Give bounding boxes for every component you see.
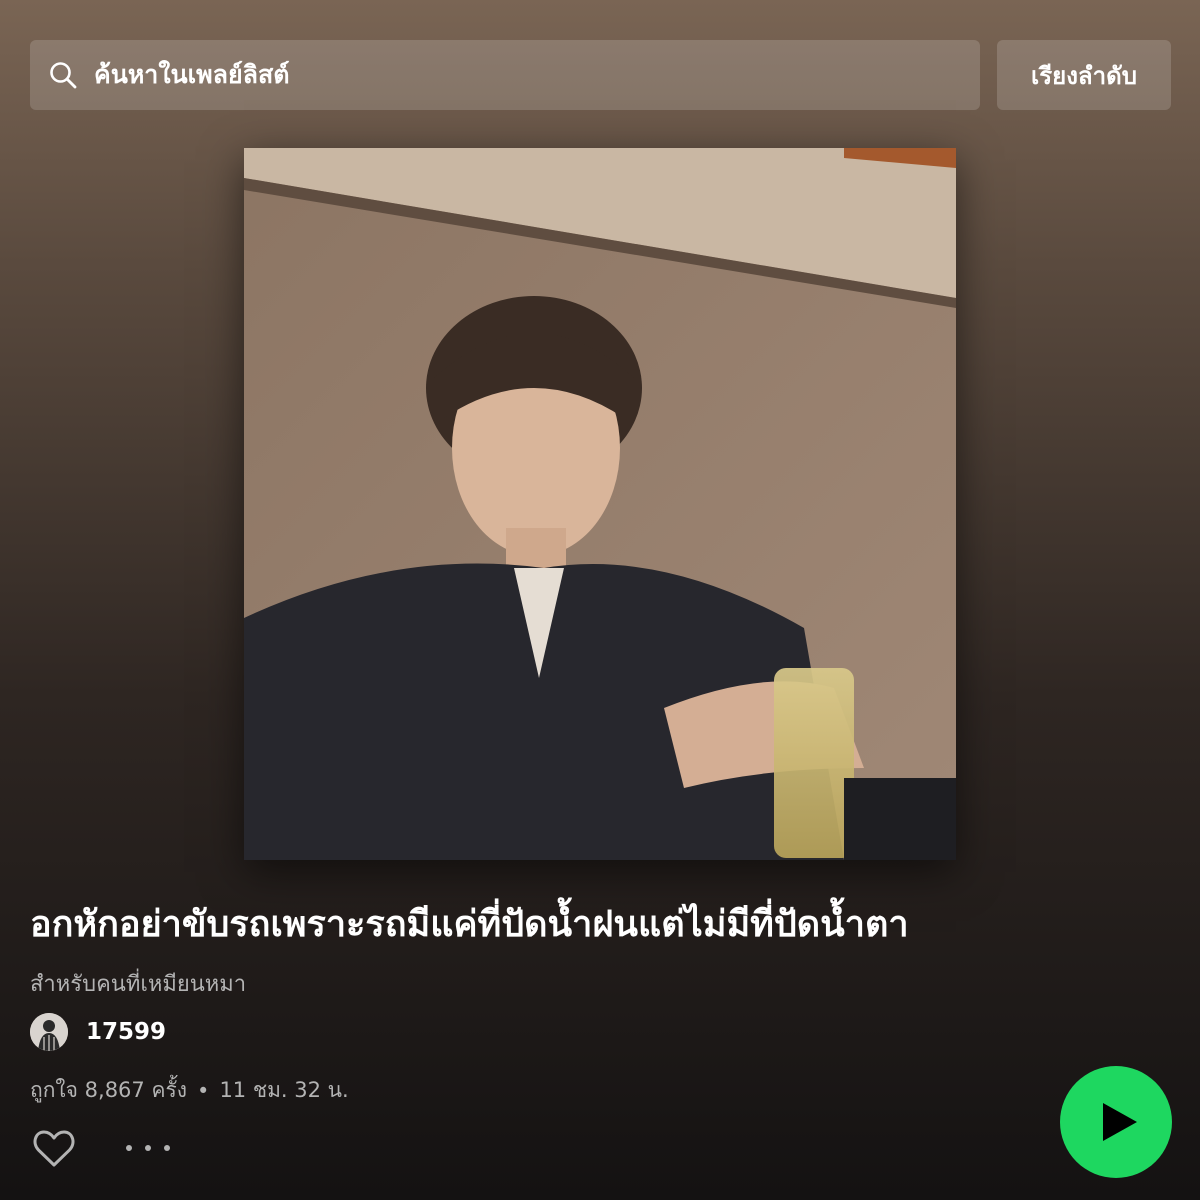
- more-options-icon-dot: [126, 1145, 132, 1151]
- playlist-title: อกหักอย่าขับรถเพราะรถมีแค่ที่ปัดน้ำฝนแต่…: [30, 904, 909, 945]
- playlist-duration: 11 ชม. 32 น.: [219, 1078, 349, 1102]
- likes-count: ถูกใจ 8,867 ครั้ง: [30, 1078, 188, 1102]
- play-button[interactable]: [1060, 1066, 1172, 1178]
- search-placeholder: ค้นหาในเพลย์ลิสต์: [94, 60, 290, 89]
- heart-icon: [33, 1130, 75, 1167]
- playlist-owner[interactable]: 17599: [30, 1012, 166, 1052]
- playlist-description: สำหรับคนที่เหมียนหมา: [30, 972, 247, 997]
- avatar: [30, 1013, 68, 1051]
- sort-button[interactable]: เรียงลำดับ: [997, 40, 1171, 110]
- owner-name: 17599: [86, 1019, 167, 1045]
- more-options-icon-dot: [164, 1145, 170, 1151]
- more-options-button[interactable]: [126, 1133, 170, 1163]
- play-icon: [1103, 1103, 1137, 1141]
- more-options-icon-dot: [145, 1145, 151, 1151]
- search-icon: [50, 62, 77, 89]
- playlist-meta: ถูกใจ 8,867 ครั้ง • 11 ชม. 32 น.: [30, 1074, 349, 1107]
- playlist-cover-image: [244, 148, 956, 860]
- meta-separator: •: [197, 1078, 210, 1103]
- search-input[interactable]: ค้นหาในเพลย์ลิสต์: [30, 40, 980, 110]
- like-button[interactable]: [30, 1124, 78, 1172]
